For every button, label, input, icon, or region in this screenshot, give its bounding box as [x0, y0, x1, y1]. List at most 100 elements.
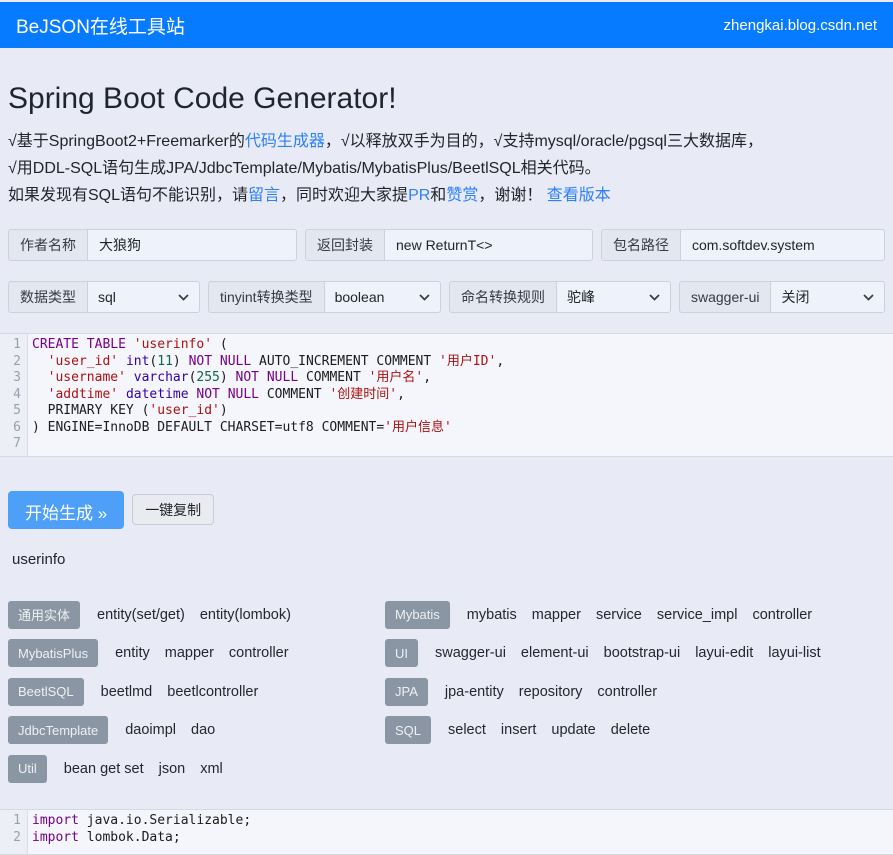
- template-link[interactable]: mapper: [165, 645, 214, 661]
- template-link[interactable]: layui-edit: [695, 645, 753, 661]
- output-section: 12 import java.io.Serializable;import lo…: [0, 809, 893, 855]
- tag-badge: MybatisPlus: [8, 639, 98, 667]
- template-link[interactable]: update: [551, 722, 595, 738]
- chevron-down-icon: [649, 294, 660, 301]
- actions-bar: 开始生成 » 一键复制: [0, 491, 893, 529]
- template-link[interactable]: entity(set/get): [97, 607, 185, 623]
- tag-row: JdbcTemplate daoimpl dao: [8, 716, 385, 744]
- template-link[interactable]: daoimpl: [125, 722, 176, 738]
- code-token: datetime: [126, 387, 189, 402]
- template-link[interactable]: bean get set: [64, 761, 144, 777]
- code-line: ) ENGINE=InnoDB DEFAULT CHARSET=utf8 COM…: [28, 420, 893, 437]
- author-name-label: 作者名称: [8, 229, 87, 261]
- template-link[interactable]: controller: [752, 607, 812, 623]
- sql-code-editor[interactable]: 1234567 CREATE TABLE 'userinfo' ( 'user_…: [0, 333, 893, 457]
- package-path-input[interactable]: [680, 229, 885, 261]
- template-link[interactable]: layui-list: [768, 645, 820, 661]
- code-token: (: [212, 337, 228, 352]
- naming-rule-select[interactable]: 驼峰: [556, 281, 671, 313]
- generate-button[interactable]: 开始生成 »: [8, 491, 124, 529]
- code-generator-link[interactable]: 代码生成器: [245, 133, 325, 150]
- code-token: ,: [496, 354, 504, 369]
- leave-message-link[interactable]: 留言: [248, 187, 280, 204]
- tag-row: Utilbean get setjsonxml: [8, 755, 385, 783]
- data-type-select[interactable]: sql: [87, 281, 200, 313]
- template-link[interactable]: json: [159, 761, 186, 777]
- tag-column-right: Mybatismybatismapperserviceservice_implc…: [385, 601, 885, 794]
- tag-badge: JdbcTemplate: [8, 716, 108, 744]
- template-link[interactable]: dao: [191, 722, 215, 738]
- copy-button[interactable]: 一键复制: [132, 494, 214, 525]
- template-link[interactable]: controller: [229, 645, 289, 661]
- code-token: import: [32, 830, 79, 845]
- tag-row: UIswagger-uielement-uibootstrap-uilayui-…: [385, 639, 885, 667]
- template-link[interactable]: beetlcontroller: [167, 684, 258, 700]
- chevron-down-icon: [419, 294, 430, 301]
- author-name-input[interactable]: [87, 229, 297, 261]
- line-number: 3: [0, 370, 27, 387]
- template-link[interactable]: insert: [501, 722, 536, 738]
- intro-line3-text: 如果发现有SQL语句不能识别，请: [8, 187, 248, 204]
- template-link[interactable]: entity: [115, 645, 150, 661]
- intro-line1-text: √基于SpringBoot2+Freemarker的: [8, 133, 245, 150]
- view-version-link[interactable]: 查看版本: [547, 187, 611, 204]
- template-link[interactable]: beetlmd: [101, 684, 153, 700]
- template-link[interactable]: delete: [611, 722, 651, 738]
- code-token: COMMENT: [259, 387, 329, 402]
- code-token: 'username': [48, 370, 126, 385]
- template-link[interactable]: element-ui: [521, 645, 589, 661]
- code-token: '创建时间': [329, 387, 397, 402]
- return-wrapper-input[interactable]: [384, 229, 593, 261]
- table-name-text: userinfo: [12, 551, 893, 568]
- tag-row: MybatisPlus entity mapper controller: [8, 639, 385, 667]
- intro-text: √基于SpringBoot2+Freemarker的代码生成器，√以释放双手为目…: [8, 128, 885, 209]
- code-token: ,: [397, 387, 405, 402]
- data-type-value: sql: [98, 289, 116, 305]
- return-wrapper-group: 返回封装: [305, 229, 593, 261]
- template-link[interactable]: swagger-ui: [435, 645, 506, 661]
- template-link[interactable]: xml: [200, 761, 223, 777]
- code-token: NOT NULL: [236, 370, 299, 385]
- tag-row: JPA jpa-entity repository controller: [385, 678, 885, 706]
- code-token: NOT NULL: [196, 387, 259, 402]
- tag-row: Mybatismybatismapperserviceservice_implc…: [385, 601, 885, 629]
- swagger-ui-select[interactable]: 关闭: [770, 281, 885, 313]
- tag-row: BeetlSQLbeetlmdbeetlcontroller: [8, 678, 385, 706]
- template-link[interactable]: service: [596, 607, 642, 623]
- data-type-group: 数据类型 sql: [8, 281, 200, 313]
- data-type-label: 数据类型: [8, 281, 87, 313]
- swagger-ui-value: 关闭: [781, 287, 809, 307]
- line-number: 2: [0, 354, 27, 371]
- tag-badge: JPA: [385, 678, 428, 706]
- code-token: java.io.Serializable;: [79, 813, 251, 828]
- code-line: 'username' varchar(255) NOT NULL COMMENT…: [28, 370, 893, 387]
- chevron-down-icon: [178, 294, 189, 301]
- template-link[interactable]: mapper: [532, 607, 581, 623]
- swagger-ui-label: swagger-ui: [679, 281, 770, 313]
- pr-link[interactable]: PR: [408, 187, 430, 204]
- template-link[interactable]: entity(lombok): [200, 607, 291, 623]
- site-link[interactable]: zhengkai.blog.csdn.net: [724, 17, 877, 34]
- form-row-2: 数据类型 sql tinyint转换类型 boolean 命名转换规则 驼峰 s…: [8, 281, 885, 313]
- tinyint-convert-label: tinyint转换类型: [208, 281, 324, 313]
- template-link[interactable]: service_impl: [657, 607, 738, 623]
- tag-badge: SQL: [385, 716, 431, 744]
- code-token: [126, 370, 134, 385]
- code-token: int: [126, 354, 149, 369]
- tinyint-convert-group: tinyint转换类型 boolean: [208, 281, 441, 313]
- tinyint-convert-select[interactable]: boolean: [324, 281, 441, 313]
- template-link[interactable]: repository: [519, 684, 583, 700]
- code-line: [28, 436, 893, 453]
- template-link[interactable]: bootstrap-ui: [604, 645, 681, 661]
- template-link[interactable]: jpa-entity: [445, 684, 504, 700]
- code-token: PRIMARY KEY (: [32, 403, 149, 418]
- form-row-1: 作者名称 返回封装 包名路径: [8, 229, 885, 261]
- code-token: COMMENT: [298, 370, 368, 385]
- output-code-editor[interactable]: 12 import java.io.Serializable;import lo…: [0, 809, 893, 855]
- template-link[interactable]: select: [448, 722, 486, 738]
- donate-link[interactable]: 赞赏: [446, 187, 478, 204]
- code-token: '用户信息': [384, 420, 452, 435]
- template-link[interactable]: mybatis: [467, 607, 517, 623]
- template-link[interactable]: controller: [597, 684, 657, 700]
- code-token: '用户名': [369, 370, 424, 385]
